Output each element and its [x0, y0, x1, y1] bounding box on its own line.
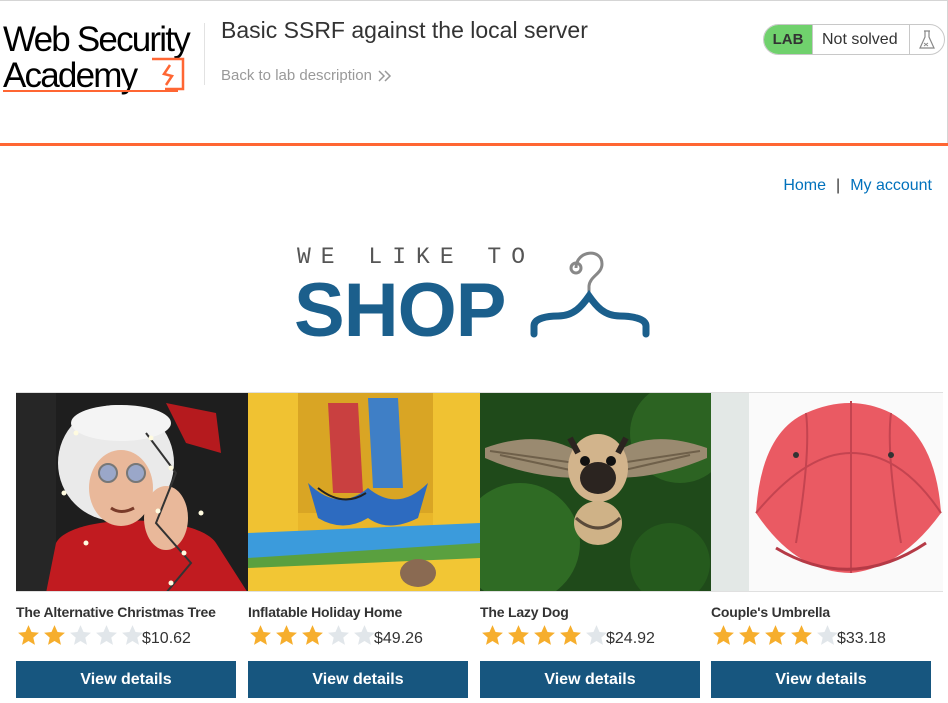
lab-badge: LAB — [764, 25, 812, 54]
star-filled-icon — [739, 625, 760, 645]
logo-flag-icon — [3, 57, 185, 92]
star-filled-icon — [302, 625, 323, 645]
star-filled-icon — [508, 625, 529, 645]
view-details-button[interactable]: View details — [248, 661, 468, 698]
star-filled-icon — [44, 625, 65, 645]
home-link[interactable]: Home — [783, 177, 826, 195]
back-link-label: Back to lab description — [221, 67, 372, 84]
product-image[interactable] — [711, 392, 943, 592]
product-card: Inflatable Holiday Home $49.26 View deta… — [248, 392, 480, 703]
product-rating — [480, 623, 609, 648]
product-name: The Alternative Christmas Tree — [16, 604, 216, 620]
product-image[interactable] — [16, 392, 248, 592]
product-card: The Lazy Dog $24.92 View details — [480, 392, 712, 703]
lab-status-widget: LAB Not solved — [763, 24, 945, 55]
nav-separator: | — [836, 177, 841, 194]
product-name: Inflatable Holiday Home — [248, 604, 403, 620]
flask-icon — [909, 25, 944, 54]
product-rating — [711, 623, 840, 648]
product-name: The Lazy Dog — [480, 604, 569, 620]
star-empty-icon — [96, 625, 117, 645]
double-chevron-right-icon — [378, 69, 391, 82]
star-filled-icon — [482, 625, 503, 645]
view-details-button[interactable]: View details — [711, 661, 931, 698]
top-nav: Home | My account — [783, 177, 932, 195]
academy-header: Web Security Academy Basic SSRF against … — [0, 0, 948, 144]
banner-headline: SHOP — [294, 268, 506, 353]
star-filled-icon — [791, 625, 812, 645]
product-image[interactable] — [248, 392, 480, 592]
lab-status-text: Not solved — [812, 25, 909, 54]
star-filled-icon — [765, 625, 786, 645]
product-card: Couple's Umbrella $33.18 View details — [711, 392, 943, 703]
view-details-button[interactable]: View details — [480, 661, 700, 698]
product-price: $10.62 — [142, 630, 191, 647]
product-price: $33.18 — [837, 630, 886, 647]
star-empty-icon — [70, 625, 91, 645]
hanger-icon — [530, 251, 650, 338]
my-account-link[interactable]: My account — [850, 177, 932, 195]
star-empty-icon — [328, 625, 349, 645]
product-price: $24.92 — [606, 630, 655, 647]
product-rating — [248, 623, 377, 648]
star-filled-icon — [276, 625, 297, 645]
header-divider — [204, 23, 205, 85]
lab-title: Basic SSRF against the local server — [221, 17, 588, 43]
star-filled-icon — [534, 625, 555, 645]
academy-logo[interactable]: Web Security Academy — [3, 21, 203, 95]
star-filled-icon — [560, 625, 581, 645]
header-accent-rule — [0, 143, 948, 146]
view-details-button[interactable]: View details — [16, 661, 236, 698]
product-name: Couple's Umbrella — [711, 604, 830, 620]
product-card: The Alternative Christmas Tree $10.62 Vi… — [16, 392, 248, 703]
product-price: $49.26 — [374, 630, 423, 647]
back-to-lab-description-link[interactable]: Back to lab description — [221, 67, 392, 84]
star-filled-icon — [18, 625, 39, 645]
product-rating — [16, 623, 145, 648]
star-filled-icon — [713, 625, 734, 645]
banner-tagline: WE LIKE TO — [297, 244, 536, 270]
product-image[interactable] — [480, 392, 712, 592]
star-filled-icon — [250, 625, 271, 645]
